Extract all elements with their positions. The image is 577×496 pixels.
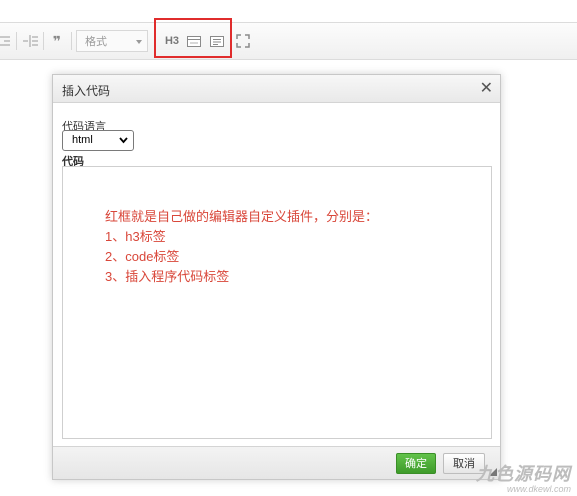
custom-plugins-highlight bbox=[154, 18, 232, 58]
insert-code-dialog: 插入代码 ✕ 代码语言 html 代码 红框就是自己做的编辑器自定义插件，分别是… bbox=[52, 74, 501, 480]
dialog-footer: 确定 取消 bbox=[53, 446, 500, 479]
indent-icon[interactable] bbox=[21, 31, 39, 51]
dialog-titlebar[interactable]: 插入代码 ✕ bbox=[53, 75, 500, 103]
language-select[interactable]: html bbox=[62, 130, 134, 151]
format-dropdown[interactable]: 格式 bbox=[76, 30, 148, 52]
chevron-down-icon bbox=[119, 131, 128, 157]
code-line: 2、code标签 bbox=[105, 249, 180, 264]
site-watermark: 九色源码网 www.dkewl.com bbox=[476, 460, 571, 494]
toolbar-separator bbox=[16, 32, 17, 50]
blockquote-icon[interactable]: ❞ bbox=[47, 31, 67, 51]
code-textarea[interactable]: 红框就是自己做的编辑器自定义插件，分别是： 1、h3标签 2、code标签 3、… bbox=[62, 166, 492, 439]
format-dropdown-label: 格式 bbox=[85, 36, 107, 48]
code-line: 3、插入程序代码标签 bbox=[105, 269, 230, 284]
ok-button[interactable]: 确定 bbox=[396, 453, 436, 474]
chevron-down-icon bbox=[136, 40, 142, 44]
watermark-name: 九色源码网 bbox=[476, 464, 571, 484]
toolbar-separator bbox=[71, 32, 72, 50]
outdent-icon[interactable] bbox=[0, 31, 12, 51]
toolbar-separator bbox=[43, 32, 44, 50]
code-line: 1、h3标签 bbox=[105, 229, 166, 244]
code-line: 红框就是自己做的编辑器自定义插件，分别是： bbox=[105, 209, 379, 224]
close-icon[interactable]: ✕ bbox=[480, 78, 493, 98]
language-select-value: html bbox=[72, 134, 93, 146]
dialog-title: 插入代码 bbox=[62, 84, 111, 98]
fullscreen-icon[interactable] bbox=[235, 31, 251, 51]
editor-toolbar: ❞ 格式 H3 bbox=[0, 22, 577, 60]
code-content: 红框就是自己做的编辑器自定义插件，分别是： 1、h3标签 2、code标签 3、… bbox=[105, 207, 378, 287]
